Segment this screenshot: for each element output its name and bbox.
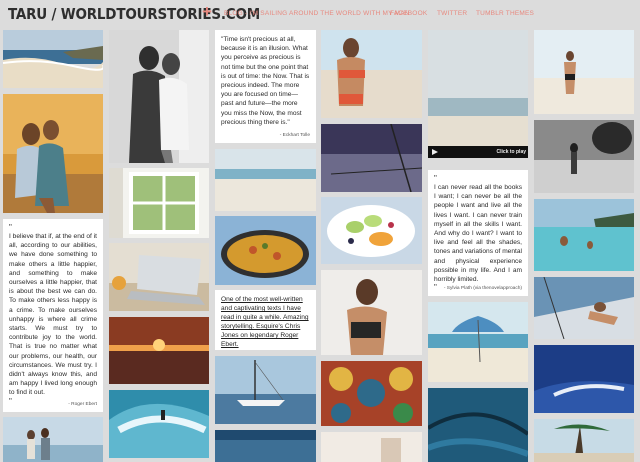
video-play-bar[interactable]: Click to play [428, 146, 528, 158]
beach-coast-image [3, 30, 103, 88]
paella-dish-image [215, 216, 316, 285]
photo-tropical-water[interactable] [534, 199, 634, 271]
photo-laptop-table[interactable] [109, 243, 209, 311]
woman-on-deck-image [534, 277, 634, 339]
video-play-label[interactable]: Click to play [497, 149, 526, 155]
photo-woman-shore[interactable] [534, 30, 634, 114]
bw-tree-image [534, 120, 634, 193]
photo-window-view[interactable] [109, 168, 209, 238]
quote-author: - Eckhart Tolle [279, 133, 310, 138]
quote-author: - Sylvia Plath (via thenovelapproach) [443, 286, 522, 291]
boat-deck-dusk-image [321, 124, 422, 192]
quote-open-mark: " [9, 223, 12, 232]
photo-interior-bottom[interactable] [321, 432, 422, 462]
photo-beach-umbrella[interactable] [428, 302, 528, 382]
photo-couple-walking[interactable] [3, 417, 103, 462]
photo-woman-bikini[interactable] [321, 30, 422, 118]
photo-sunset-sea[interactable] [109, 317, 209, 384]
quote-text: "Time isn't precious at all, because it … [221, 36, 310, 126]
photo-boat-wake[interactable] [534, 345, 634, 413]
play-icon[interactable] [432, 149, 438, 155]
photo-boat-deck-dusk[interactable] [321, 124, 422, 192]
quote-text: I believe that if, at the end of it all,… [9, 233, 97, 397]
sunset-sea-image [109, 317, 209, 384]
quote-card-eckhart-tolle[interactable]: "Time isn't precious at all, because it … [215, 30, 316, 143]
tropical-water-image [534, 199, 634, 271]
quote-text: I can never read all the books I want; I… [434, 184, 522, 284]
photo-boat-bottom[interactable] [215, 430, 316, 462]
quote-author: - Roger Ebert [68, 402, 97, 407]
woman-shore-image [534, 30, 634, 114]
photo-beach-coast[interactable] [3, 30, 103, 88]
site-header: TARU / WORLDTOURSTORIES.COM + BLOG - I'M… [0, 0, 640, 26]
woman-portrait-image [321, 270, 422, 355]
boat-wake-image [534, 345, 634, 413]
fruit-plate-image [321, 197, 422, 264]
photo-couple-bw[interactable] [109, 30, 209, 163]
photo-mosaic-tiles[interactable] [321, 361, 422, 426]
sailboat-image [215, 356, 316, 424]
couple-sunset-image [3, 94, 103, 213]
sea-view-image [428, 30, 528, 158]
esquire-article-link[interactable]: One of the most well-written and captiva… [221, 295, 310, 349]
plus-icon[interactable]: + [202, 2, 212, 22]
mosaic-tiles-image [321, 361, 422, 426]
quote-card-sylvia-plath[interactable]: " I can never read all the books I want;… [428, 170, 528, 296]
photo-surfer-wave[interactable] [109, 390, 209, 458]
video-sea-view[interactable]: Click to play [428, 30, 528, 158]
boat-bottom-image [215, 430, 316, 462]
photo-woman-portrait[interactable] [321, 270, 422, 355]
link-card-esquire[interactable]: One of the most well-written and captiva… [215, 290, 316, 350]
beach-horizon-image [215, 149, 316, 211]
nav-link-twitter[interactable]: TWITTER [437, 10, 467, 17]
photo-couple-sunset[interactable] [3, 94, 103, 213]
photo-woman-on-deck[interactable] [534, 277, 634, 339]
nav-link-facebook[interactable]: FACEBOOK [390, 10, 427, 17]
underwater-rope-image [428, 388, 528, 462]
window-view-image [109, 168, 209, 238]
nav-link-tumblr-themes[interactable]: TUMBLR THEMES [476, 10, 534, 17]
photo-fruit-plate[interactable] [321, 197, 422, 264]
couple-bw-image [109, 30, 209, 163]
surfer-wave-image [109, 390, 209, 458]
interior-bottom-image [321, 432, 422, 462]
nav-link-blog[interactable]: BLOG - I'M SAILING AROUND THE WORLD WITH… [224, 10, 410, 17]
photo-underwater-rope[interactable] [428, 388, 528, 462]
photo-sailboat[interactable] [215, 356, 316, 424]
beach-umbrella-image [428, 302, 528, 382]
photo-bw-tree[interactable] [534, 120, 634, 193]
quote-card-roger-ebert[interactable]: " I believe that if, at the end of it al… [3, 219, 103, 412]
photo-paella-dish[interactable] [215, 216, 316, 285]
laptop-table-image [109, 243, 209, 311]
quote-open-mark: " [434, 174, 437, 183]
couple-walking-image [3, 417, 103, 462]
woman-bikini-image [321, 30, 422, 118]
palms-image [534, 419, 634, 462]
site-logo[interactable]: TARU / WORLDTOURSTORIES.COM [8, 5, 260, 23]
photo-palms[interactable] [534, 419, 634, 462]
photo-beach-horizon[interactable] [215, 149, 316, 211]
